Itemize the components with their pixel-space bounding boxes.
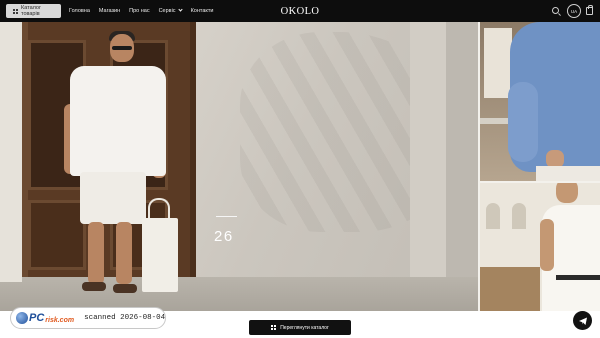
telegram-button[interactable] (573, 311, 592, 330)
thumb-bottom-niche (486, 203, 500, 229)
chevron-down-icon (177, 7, 183, 12)
hero-floor (0, 277, 478, 311)
magnifier-ball-icon (16, 312, 28, 324)
model-sandal-right (113, 284, 137, 293)
hero-image: 26 (0, 22, 478, 311)
pcrisk-logo: PC risk.com (16, 310, 74, 326)
shopping-bag-icon[interactable] (586, 5, 593, 15)
pcrisk-logo-pc: PC (29, 312, 45, 324)
nav-service-label: Сервіс (158, 8, 176, 14)
model-leg-right (116, 222, 132, 284)
nav-about[interactable]: Про нас (129, 8, 149, 14)
catalog-button-label: Каталог товарів (21, 5, 41, 17)
telegram-icon (578, 317, 587, 325)
hero-pillar (410, 22, 446, 277)
model-leg-left (88, 222, 104, 284)
view-catalog-button[interactable]: Переглянути каталог (249, 320, 351, 335)
thumb-bottom-arm (540, 219, 554, 271)
thumbnail-blue-shirt[interactable] (480, 22, 600, 181)
main-nav: Головна Магазин Про нас Сервіс Контакти (69, 0, 213, 22)
thumb-bottom-belt (556, 275, 600, 280)
view-catalog-label: Переглянути каталог (280, 324, 329, 331)
model-shorts (80, 172, 146, 224)
thumb-bottom-counter (480, 267, 540, 311)
language-switcher[interactable]: UA (567, 4, 581, 18)
grid-icon (271, 325, 277, 330)
hero-left-wall (0, 22, 22, 282)
model-sandal-left (82, 282, 106, 291)
nav-contacts[interactable]: Контакти (191, 8, 214, 14)
model-sunglasses (112, 46, 132, 50)
tote-bag (142, 218, 178, 292)
door-low-left (28, 200, 86, 270)
nav-home[interactable]: Головна (69, 8, 90, 14)
thumb-top-arm (508, 82, 538, 162)
site-logo[interactable]: OKOLO (250, 0, 350, 22)
search-icon[interactable] (552, 7, 559, 14)
site-header: Каталог товарів Головна Магазин Про нас … (0, 0, 600, 22)
hero-pillar-shadow (446, 22, 478, 277)
thumbnail-white-polo[interactable] (480, 183, 600, 311)
model-shirt (70, 66, 166, 176)
slide-number: 26 (214, 228, 234, 245)
thumb-bottom-head (556, 183, 578, 203)
scan-badge: PC risk.com scanned 2026-08-04 (10, 307, 166, 329)
nav-shop[interactable]: Магазин (99, 8, 120, 14)
thumb-top-pants (536, 166, 600, 181)
scan-date: scanned 2026-08-04 (84, 314, 166, 322)
slide-divider (216, 216, 237, 217)
thumb-bottom-niche (512, 203, 526, 229)
nav-service[interactable]: Сервіс (158, 7, 183, 14)
grid-icon (13, 8, 18, 14)
thumb-top-window (484, 28, 512, 98)
catalog-button[interactable]: Каталог товарів (6, 4, 61, 18)
pcrisk-logo-risk: risk.com (45, 316, 75, 324)
